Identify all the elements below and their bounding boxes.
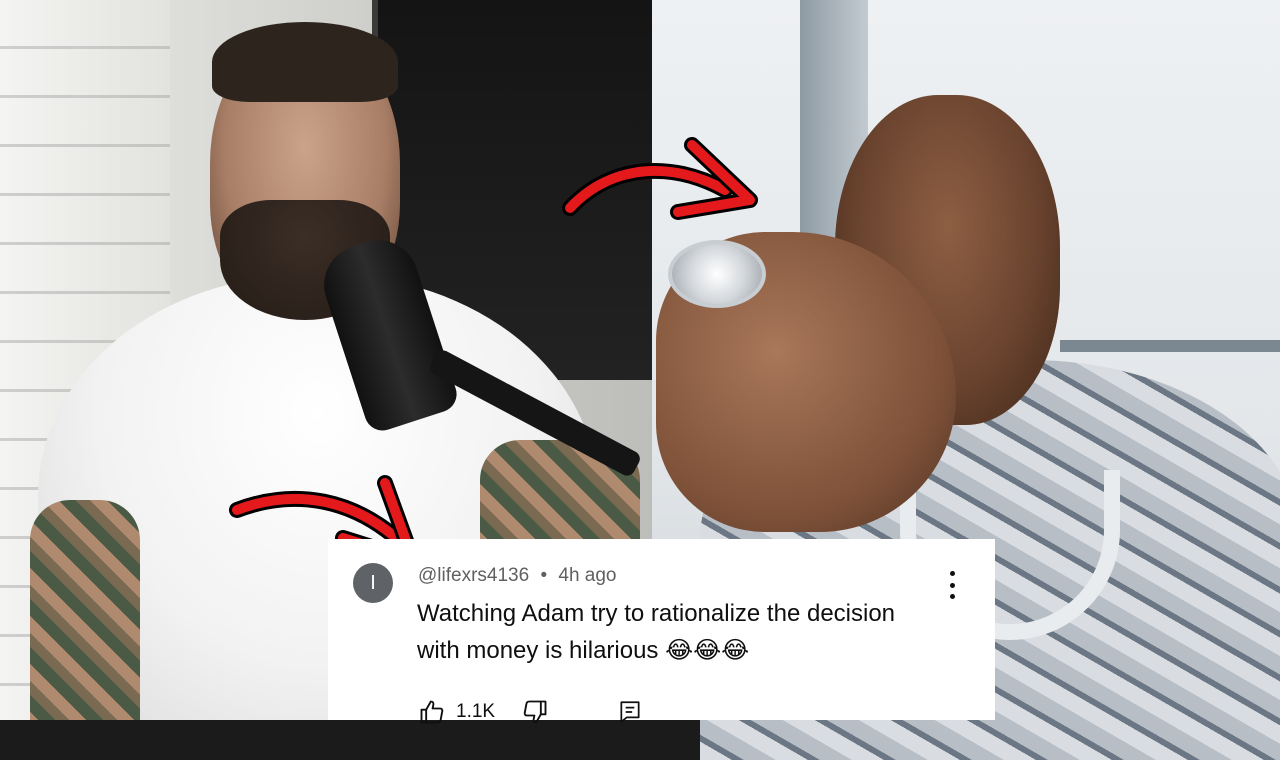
avatar[interactable]: I [353, 563, 393, 603]
reply-comment-icon[interactable] [617, 698, 643, 726]
thumbs-down-icon[interactable] [521, 698, 549, 726]
ring [668, 240, 766, 308]
meta-separator: • [540, 565, 548, 586]
thumbs-up-icon[interactable] [418, 698, 446, 726]
comment-text-line-1: Watching Adam try to rationalize the dec… [417, 600, 896, 627]
comment-time[interactable]: 4h ago [558, 565, 616, 586]
left-arm-tattoo [30, 500, 140, 720]
avatar-initial: I [370, 571, 376, 594]
comment-body: Watching Adam try to rationalize the dec… [417, 595, 977, 669]
comment-author[interactable]: @lifexrs4136 [418, 565, 529, 586]
red-arrow-top [562, 137, 758, 220]
comment-meta: @lifexrs4136 • 4h ago [418, 565, 617, 587]
youtube-comment-card: I @lifexrs4136 • 4h ago Watching Adam tr… [328, 539, 995, 724]
comment-actions: 1.1K [418, 697, 643, 727]
balcony-railing [1060, 340, 1280, 352]
comment-text-line-2: with money is hilarious 😂😂😂 [417, 637, 750, 664]
left-person-hair [212, 22, 398, 102]
